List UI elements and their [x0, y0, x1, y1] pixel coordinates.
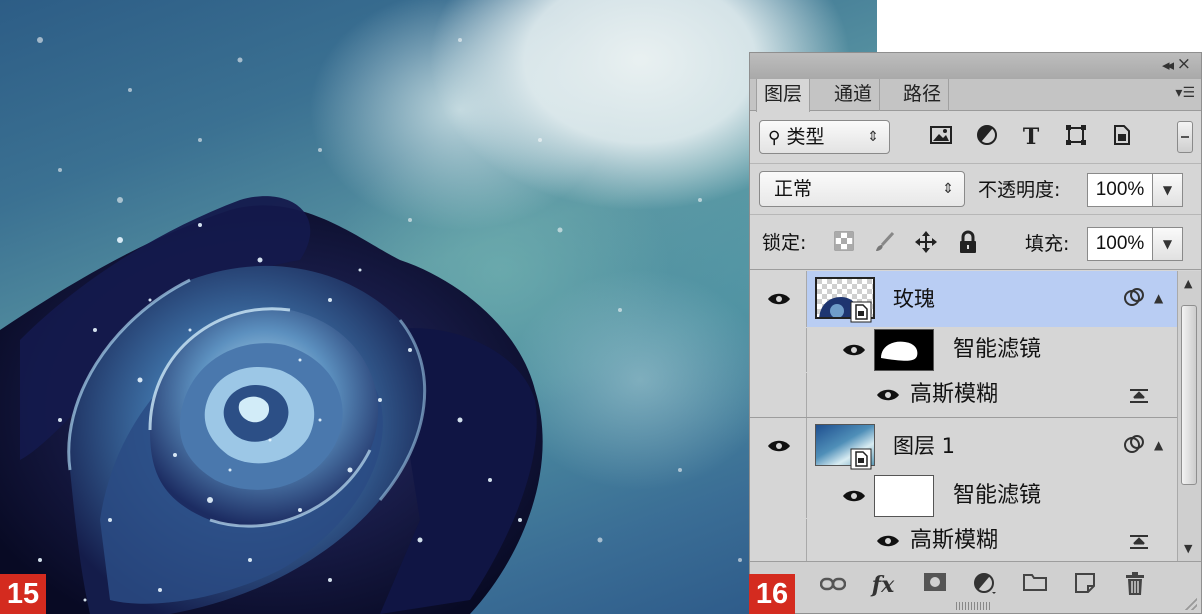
visibility-cell[interactable]: [750, 418, 807, 474]
rose-photo: [0, 0, 877, 614]
filter-kind-label: 类型: [786, 126, 825, 148]
smart-filter-mask-thumbnail[interactable]: [874, 475, 934, 517]
eye-icon[interactable]: [842, 343, 866, 357]
layer-filter-row: ⚲ 类型 ⇕ T: [750, 112, 1201, 164]
visibility-cell[interactable]: [750, 271, 807, 327]
eye-icon[interactable]: [767, 439, 791, 453]
layer-row-rose[interactable]: 玫瑰 ▲: [750, 271, 1177, 327]
adjustment-filter-icon[interactable]: [974, 124, 1000, 150]
search-icon: ⚲: [768, 128, 781, 148]
select-arrows-icon: ⇕: [942, 181, 954, 197]
eye-icon[interactable]: [876, 534, 900, 548]
fill-label: 填充:: [1025, 233, 1070, 255]
layer-list: 玫瑰 ▲ 智能滤镜 高斯模糊 图层 1 ▲ 智能滤镜 高斯模糊: [750, 271, 1201, 561]
opacity-label: 不透明度:: [978, 179, 1061, 201]
visibility-cell[interactable]: [750, 474, 807, 518]
eye-icon[interactable]: [842, 489, 866, 503]
group-folder-icon[interactable]: [1020, 572, 1050, 598]
lock-transparent-icon[interactable]: [831, 230, 857, 256]
smart-filters-row[interactable]: 智能滤镜: [750, 474, 1177, 518]
smart-filter-indicator-icon: [1124, 435, 1144, 453]
filter-name[interactable]: 高斯模糊: [910, 381, 998, 409]
scroll-up-icon[interactable]: ▲: [1184, 277, 1192, 290]
blend-mode-value: 正常: [774, 178, 813, 200]
tab-paths[interactable]: 路径: [896, 79, 950, 111]
opacity-input[interactable]: 100%: [1087, 173, 1153, 207]
lock-position-icon[interactable]: [913, 230, 939, 256]
smart-filter-mask-thumbnail[interactable]: [874, 329, 934, 371]
shape-filter-icon[interactable]: [1063, 124, 1089, 150]
select-arrows-icon: ⇕: [867, 129, 879, 145]
layers-panel: ◂◂ × 图层 通道 路径 ▾☰ ⚲ 类型 ⇕ T 正常 ⇕ 不透明度: 100…: [749, 52, 1202, 614]
smart-filter-indicator-icon: [1124, 288, 1144, 306]
blend-row: 正常 ⇕ 不透明度: 100% ▼: [750, 165, 1201, 215]
trash-icon[interactable]: [1120, 572, 1150, 598]
scroll-down-icon[interactable]: ▼: [1184, 542, 1192, 555]
panel-tabbar: 图层 通道 路径 ▾☰: [750, 79, 1201, 112]
filter-toggle-switch[interactable]: [1177, 121, 1193, 153]
filter-effect-row[interactable]: 高斯模糊: [750, 519, 1177, 561]
lock-image-icon[interactable]: [872, 230, 898, 256]
smart-filters-label: 智能滤镜: [953, 483, 1042, 508]
adjustment-layer-icon[interactable]: [970, 572, 1000, 598]
figure-number-15: 15: [0, 574, 46, 614]
lock-row: 锁定: 填充: 100% ▼: [750, 216, 1201, 270]
collapse-panel-icon[interactable]: ◂◂: [1162, 56, 1174, 74]
visibility-cell[interactable]: [750, 328, 807, 372]
filter-blending-options-icon[interactable]: [1128, 533, 1150, 551]
smart-object-filter-icon[interactable]: [1108, 124, 1134, 150]
panel-bottom-toolbar: fx: [750, 561, 1201, 613]
image-filter-icon[interactable]: [928, 124, 954, 150]
eye-icon[interactable]: [876, 388, 900, 402]
visibility-cell[interactable]: [750, 373, 807, 417]
filter-blending-options-icon[interactable]: [1128, 387, 1150, 405]
panel-resize-corner[interactable]: [1185, 598, 1197, 610]
visibility-cell[interactable]: [750, 519, 807, 561]
panel-menu-icon[interactable]: ▾☰: [1175, 85, 1195, 101]
close-panel-icon[interactable]: ×: [1177, 54, 1191, 74]
smart-object-badge-icon: [850, 448, 872, 470]
layer-list-scrollbar[interactable]: ▲ ▼: [1177, 271, 1201, 561]
collapse-effects-icon[interactable]: ▲: [1154, 438, 1163, 452]
layer-name[interactable]: 图层 1: [893, 432, 955, 460]
filter-effect-row[interactable]: 高斯模糊: [750, 373, 1177, 417]
eye-icon[interactable]: [767, 292, 791, 306]
rose-artwork: [0, 37, 822, 614]
new-layer-icon[interactable]: [1070, 572, 1100, 598]
scrollbar-thumb[interactable]: [1181, 305, 1197, 485]
tab-channels[interactable]: 通道: [827, 79, 881, 111]
mask-icon[interactable]: [920, 572, 950, 598]
filter-kind-select[interactable]: ⚲ 类型 ⇕: [759, 120, 890, 154]
tab-layers[interactable]: 图层: [756, 79, 811, 112]
type-filter-icon[interactable]: T: [1018, 124, 1044, 150]
lock-label: 锁定:: [762, 232, 807, 254]
layer-row-layer-1[interactable]: 图层 1 ▲: [750, 418, 1177, 474]
fill-dropdown-button[interactable]: ▼: [1153, 227, 1183, 261]
smart-object-badge-icon: [850, 301, 872, 323]
smart-filters-row[interactable]: 智能滤镜: [750, 328, 1177, 372]
fx-icon[interactable]: fx: [868, 572, 898, 598]
layer-name[interactable]: 玫瑰: [893, 285, 935, 313]
opacity-dropdown-button[interactable]: ▼: [1153, 173, 1183, 207]
panel-titlebar[interactable]: ◂◂ ×: [750, 53, 1201, 79]
figure-number-16: 16: [749, 574, 795, 614]
link-layers-icon[interactable]: [818, 572, 848, 598]
lock-all-icon[interactable]: [955, 230, 981, 256]
fill-input[interactable]: 100%: [1087, 227, 1153, 261]
smart-filters-label: 智能滤镜: [953, 337, 1042, 362]
collapse-effects-icon[interactable]: ▲: [1154, 291, 1163, 305]
blend-mode-select[interactable]: 正常 ⇕: [759, 171, 965, 207]
filter-name[interactable]: 高斯模糊: [910, 527, 998, 555]
panel-resize-grip[interactable]: [956, 602, 992, 610]
